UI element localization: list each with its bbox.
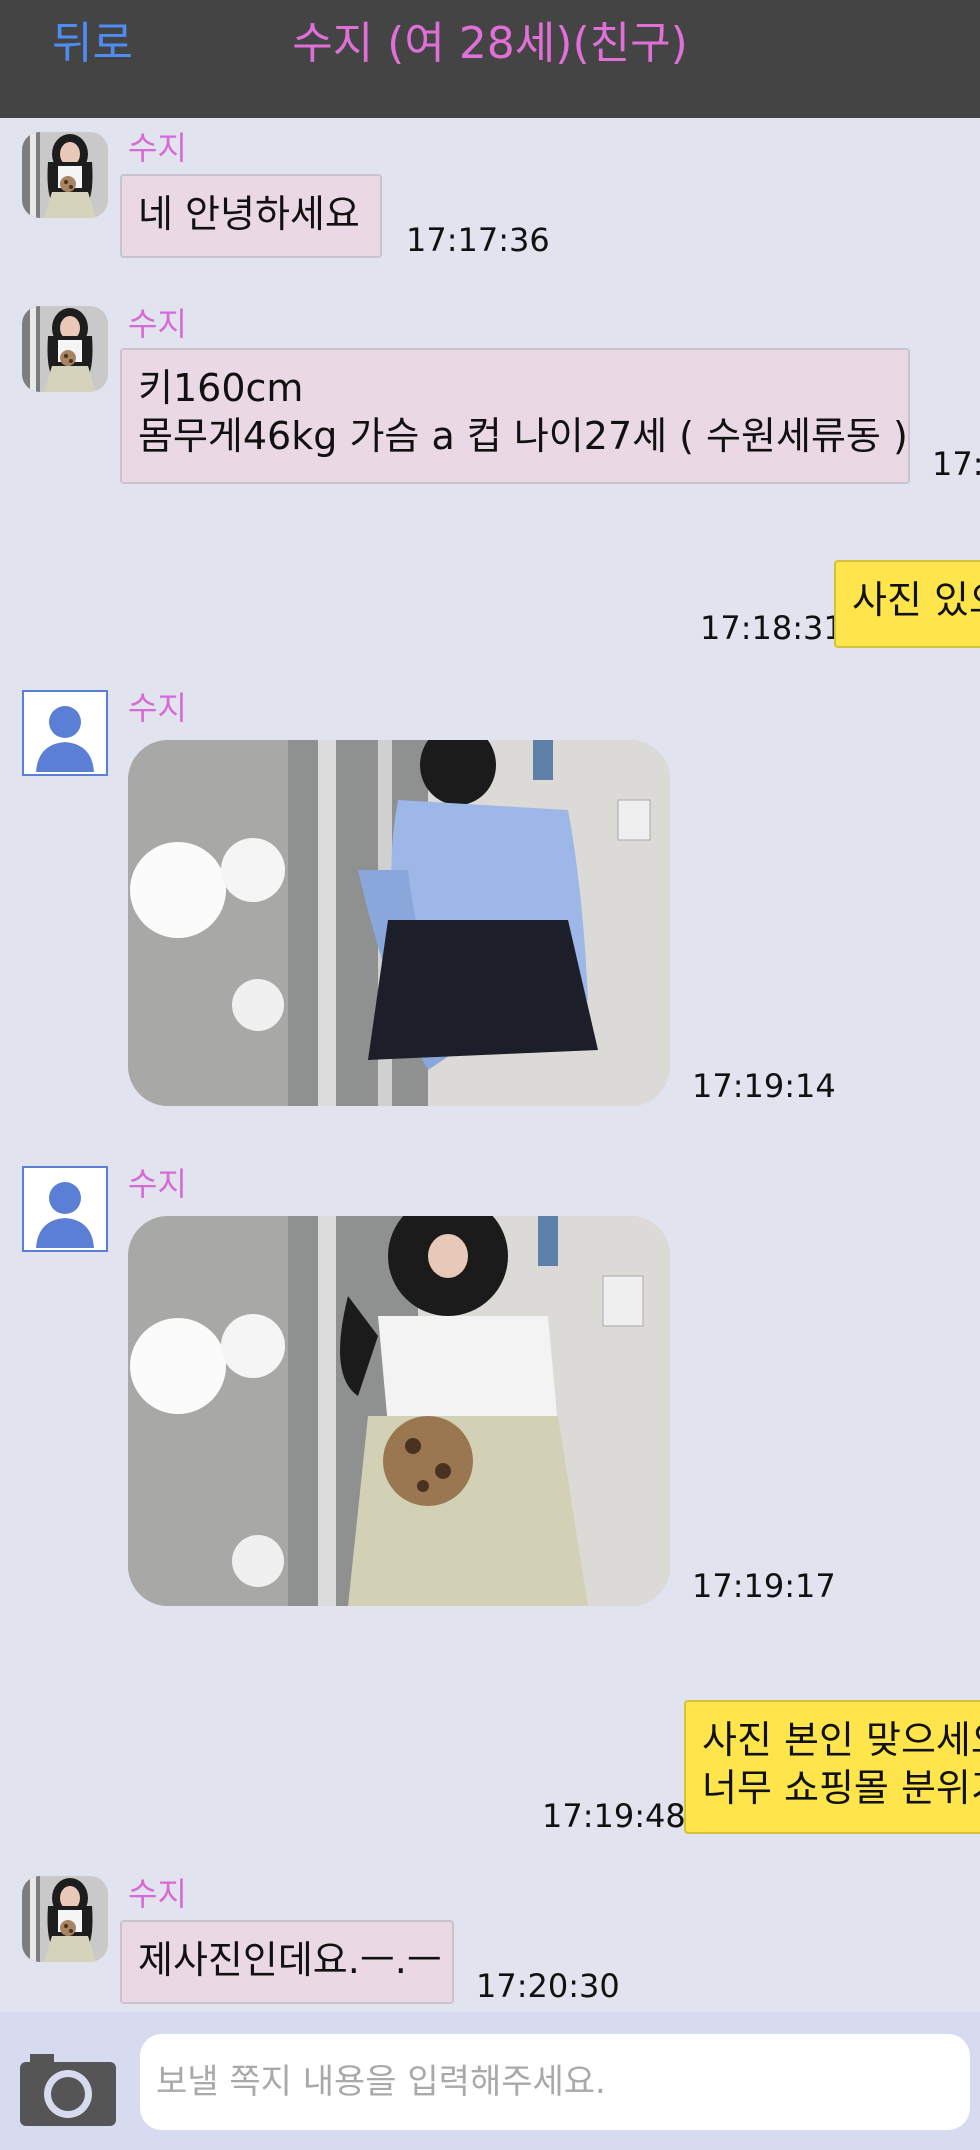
avatar[interactable] xyxy=(22,132,108,218)
message-bubble: 네 안녕하세요 xyxy=(120,174,382,258)
avatar[interactable] xyxy=(22,1876,108,1962)
sender-name: 수지 xyxy=(128,305,187,343)
message-time: 17:19:14 xyxy=(692,1067,836,1105)
message-composer xyxy=(0,2012,980,2150)
message-time: 17:17:36 xyxy=(406,221,550,259)
top-bar: 뒤로 수지 (여 28세)(친구) xyxy=(0,0,980,118)
photo-attachment[interactable] xyxy=(128,740,670,1106)
sender-name: 수지 xyxy=(128,689,187,727)
avatar-photo xyxy=(22,306,108,392)
message-bubble: 사진 있으 xyxy=(834,560,980,648)
person-icon xyxy=(36,1182,94,1248)
avatar-photo xyxy=(22,1876,108,1962)
message-bubble: 사진 본인 맞으세요 너무 쇼핑몰 분위기 xyxy=(684,1700,980,1834)
page-title: 수지 (여 28세)(친구) xyxy=(292,18,688,69)
photo-image xyxy=(128,1216,670,1606)
person-icon xyxy=(36,706,94,772)
avatar[interactable] xyxy=(22,306,108,392)
message-bubble: 키160cm 몸무게46kg 가슴 a 컵 나이27세 ( 수원세류동 ) xyxy=(120,348,910,484)
message-time: 17:1 xyxy=(932,445,980,483)
avatar-photo xyxy=(22,132,108,218)
photo-image xyxy=(128,740,670,1106)
avatar[interactable] xyxy=(22,690,108,776)
camera-button[interactable] xyxy=(20,2048,116,2128)
message-bubble: 제사진인데요.ㅡ.ㅡ xyxy=(120,1920,454,2004)
sender-name: 수지 xyxy=(128,129,187,167)
sender-name: 수지 xyxy=(128,1875,187,1913)
avatar[interactable] xyxy=(22,1166,108,1252)
photo-attachment[interactable] xyxy=(128,1216,670,1606)
message-input[interactable] xyxy=(140,2034,970,2130)
sender-name: 수지 xyxy=(128,1165,187,1203)
message-time: 17:19:48 xyxy=(542,1797,686,1835)
camera-icon xyxy=(20,2054,116,2126)
message-time: 17:19:17 xyxy=(692,1567,836,1605)
message-time: 17:20:30 xyxy=(476,1967,620,2005)
message-time: 17:18:31 xyxy=(700,609,844,647)
